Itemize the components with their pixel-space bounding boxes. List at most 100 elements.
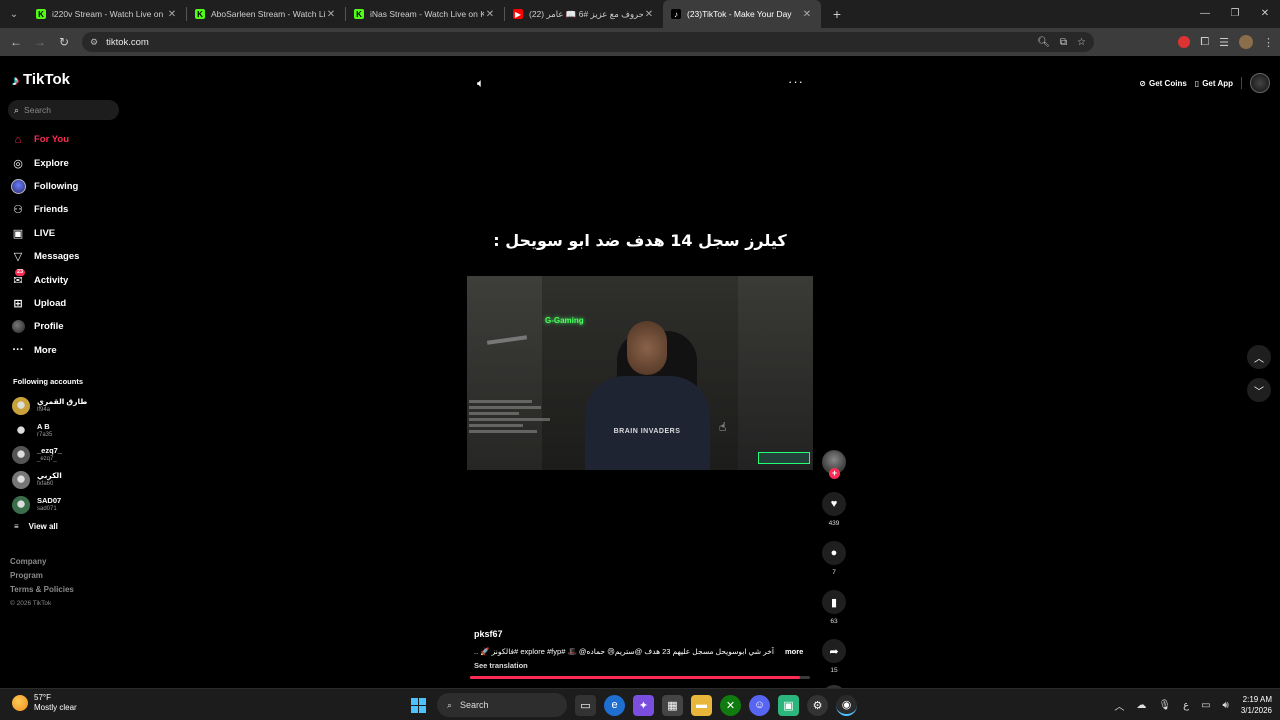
back-icon[interactable]: ← [4,35,28,49]
sidebar-item-label: For You [34,134,70,146]
weather-widget[interactable]: 57°F Mostly clear [12,693,77,713]
network-icon[interactable]: ▭ [1201,700,1210,711]
copilot-icon[interactable]: ✦ [633,694,654,716]
tab-close-icon[interactable]: ✕ [325,9,337,20]
taskbar-search[interactable]: ⌕ Search [437,693,567,717]
account-name: طارق القمري [37,397,88,407]
previous-video-button[interactable]: ︿ [1247,345,1271,369]
install-icon[interactable]: ⧉ [1060,37,1067,48]
footer-links: Company Program Terms & Policies © 2026 … [10,555,74,611]
browser-tab[interactable]: ♪ (23)TikTok - Make Your Day ✕ [663,0,821,28]
browser-tab[interactable]: ▶ (22) حروف مع عزيز #6 📖 عامر ✕ [505,0,663,28]
browser-tab[interactable]: K AboSarleen Stream - Watch Live ✕ [187,0,345,28]
share-button[interactable]: ➦ [822,639,846,663]
following-account[interactable]: طارق القمري lf94a [12,394,122,419]
user-avatar[interactable] [1250,73,1270,93]
search-box[interactable]: ⌕ [8,100,119,120]
site-info-icon[interactable]: ⚙ [90,37,98,48]
chrome-menu-icon[interactable]: ⋮ [1263,36,1274,49]
microphone-icon[interactable]: 🎙︎ [1158,700,1171,711]
close-window-icon[interactable]: ✕ [1250,0,1280,28]
forward-icon[interactable]: → [28,35,52,49]
volume-tray-icon[interactable]: 🔊︎ [1223,700,1229,711]
more-options-icon[interactable]: ··· [788,74,804,89]
following-account[interactable]: SAD07 sad071 [12,492,122,517]
sidebar-item-activity[interactable]: ✉ 23 Activity [10,268,120,291]
footer-program[interactable]: Program [10,569,74,583]
caption-more-button[interactable]: more [785,647,803,656]
view-all-button[interactable]: ≡ View all [14,522,58,531]
video-progress-bar[interactable] [470,676,810,679]
profile-avatar[interactable] [1239,35,1253,49]
see-translation-link[interactable]: See translation [474,661,528,670]
sidebar-item-following[interactable]: Following [10,175,120,198]
sidebar-item-friends[interactable]: ⚇ Friends [10,198,120,221]
following-avatar [10,178,26,194]
file-explorer-icon[interactable]: ▬ [691,694,712,716]
account-avatar [12,446,30,465]
tab-close-icon[interactable]: ✕ [484,9,496,20]
xbox-icon[interactable]: ✕ [720,694,741,716]
caption-username[interactable]: pksf67 [474,629,503,639]
steam-icon[interactable]: ⚙ [807,694,828,716]
tray-overflow-icon[interactable]: ︿ [1114,698,1124,713]
tiktok-logo[interactable]: ♪ TikTok [12,71,70,88]
weather-desc: Mostly clear [34,703,77,712]
reading-list-icon[interactable]: ☰ [1219,36,1229,49]
follow-plus-icon[interactable]: + [829,468,840,479]
tab-close-icon[interactable]: ✕ [166,9,178,20]
video-player[interactable]: G-Gaming BRAIN INVADERS [467,276,813,470]
like-button[interactable]: ♥ [822,492,846,516]
edge-icon[interactable]: e [604,694,625,716]
chrome-icon[interactable]: ◉ [836,694,857,716]
volume-icon[interactable]: 🔈︎ [477,76,484,91]
sidebar-item-for-you[interactable]: ⌂ For You [10,128,120,151]
task-view-icon[interactable]: ▭ [575,694,596,716]
extensions-puzzle-icon[interactable]: ⧠ [1200,36,1209,49]
sidebar-item-upload[interactable]: ⊞ Upload [10,292,120,315]
language-icon[interactable]: ع [1183,700,1189,711]
get-app-button[interactable]: ▯ Get App [1195,79,1233,88]
sidebar-item-label: LIVE [34,227,56,239]
creator-avatar[interactable]: + [822,450,846,479]
sidebar-item-messages[interactable]: ▽ Messages [10,245,120,268]
browser-tab[interactable]: KiNas Stream - Watch Live on Ki ✕ [346,0,504,28]
save-button[interactable]: ▮ [822,590,846,614]
sidebar-item-profile[interactable]: Profile [10,315,120,338]
tiktok-icon: ♪ [671,9,681,19]
comment-button[interactable]: ● [822,541,846,565]
browser-tab[interactable]: Ki220v Stream - Watch Live on Ki ✕ [28,0,186,28]
footer-company[interactable]: Company [10,555,74,569]
next-video-button[interactable]: ﹀ [1247,378,1271,402]
toolbar-extensions: ⧠ ☰ ⋮ [1178,28,1274,56]
extension-icon[interactable] [1178,36,1191,48]
footer-terms[interactable]: Terms & Policies [10,583,74,597]
restore-icon[interactable]: ❐ [1220,0,1250,28]
reload-icon[interactable]: ↻ [52,35,76,49]
zoom-icon[interactable]: 🔍︎ [1037,37,1050,48]
sidebar-item-explore[interactable]: ◎ Explore [10,151,120,174]
tab-search-icon[interactable]: ⌄ [4,4,24,24]
store-icon[interactable]: ▦ [662,694,683,716]
comment-icon: ● [830,547,838,559]
bookmark-star-icon[interactable]: ☆ [1077,37,1086,48]
following-account[interactable]: _ezq7_ _ezq7_ [12,443,122,468]
sidebar-item-more[interactable]: ··· More [10,339,120,362]
youtube-icon: ▶ [513,9,523,19]
chevron-up-icon: ︿ [1254,353,1264,365]
tab-close-icon[interactable]: ✕ [801,9,813,20]
sidebar-item-live[interactable]: ▣ LIVE [10,222,120,245]
minimize-icon[interactable]: — [1190,0,1220,28]
following-account[interactable]: A Br7a35 [12,419,122,444]
new-tab-button[interactable]: + [827,6,847,22]
discord-icon[interactable]: ☺ [749,694,770,716]
onedrive-icon[interactable]: ☁ [1136,700,1146,711]
clock[interactable]: 2:19 AM 3/1/2026 [1241,694,1272,716]
app-icon[interactable]: ▣ [778,694,799,716]
start-button[interactable] [408,695,429,716]
following-account[interactable]: الكربي fxfa60 [12,468,122,493]
address-bar[interactable]: ⚙ tiktok.com 🔍︎ ⧉ ☆ [82,32,1094,52]
search-input[interactable] [24,105,105,115]
get-coins-button[interactable]: ⊘ Get Coins [1139,79,1186,88]
tab-close-icon[interactable]: ✕ [643,9,655,20]
